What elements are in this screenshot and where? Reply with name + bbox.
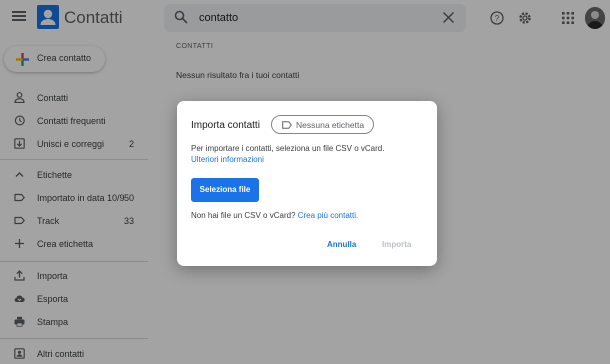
label-chip-text: Nessuna etichetta <box>296 120 365 130</box>
no-file-text: Non hai file un CSV o vCard? <box>191 211 296 220</box>
label-icon <box>282 121 292 129</box>
dialog-description: Per importare i contatti, seleziona un f… <box>191 144 385 153</box>
no-file-note: Non hai file un CSV o vCard? Crea più co… <box>191 211 358 220</box>
select-file-label: Seleziona file <box>199 185 251 194</box>
label-chip[interactable]: Nessuna etichetta <box>271 115 374 134</box>
dialog-title: Importa contatti <box>191 120 260 131</box>
more-info-link[interactable]: Ulteriori informazioni <box>191 155 264 164</box>
create-contacts-link[interactable]: Crea più contatti. <box>298 211 358 220</box>
contacts-app: Contatti ? <box>0 0 610 364</box>
import-button[interactable]: Importa <box>382 240 411 249</box>
select-file-button[interactable]: Seleziona file <box>191 178 259 202</box>
cancel-button[interactable]: Annulla <box>327 240 356 249</box>
import-contacts-dialog: Importa contatti Nessuna etichetta Per i… <box>177 101 437 266</box>
